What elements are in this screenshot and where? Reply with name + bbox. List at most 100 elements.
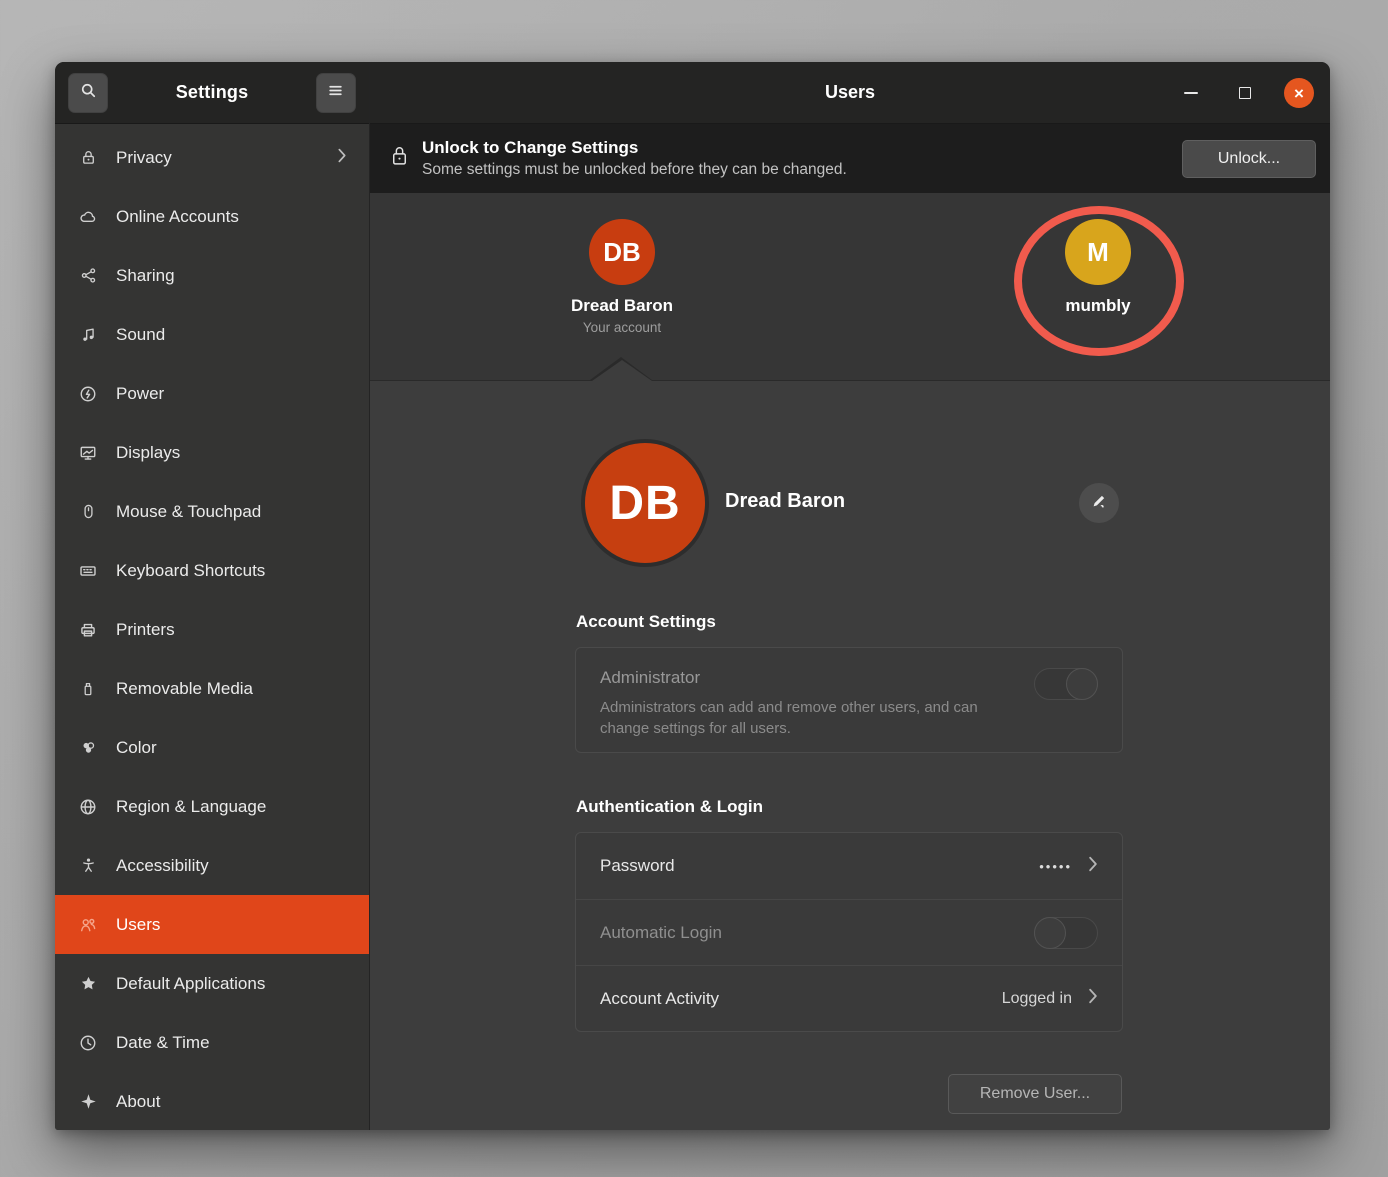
color-circles-icon xyxy=(79,739,97,757)
share-icon xyxy=(79,267,97,285)
sidebar-item-sharing[interactable]: Sharing xyxy=(55,246,369,305)
chevron-right-icon xyxy=(337,148,347,168)
avatar: M xyxy=(1065,219,1131,285)
sidebar-item-label: Sharing xyxy=(116,266,347,286)
chevron-right-icon xyxy=(1088,856,1098,877)
selected-user-pointer xyxy=(592,360,652,381)
account-activity-label: Account Activity xyxy=(600,989,1002,1009)
sidebar-item-label: Displays xyxy=(116,443,347,463)
hamburger-icon xyxy=(327,82,344,104)
sidebar-item-keyboard-shortcuts[interactable]: Keyboard Shortcuts xyxy=(55,541,369,600)
authentication-login-card: Password ••••• Automatic Login Account A… xyxy=(575,832,1123,1032)
automatic-login-toggle[interactable] xyxy=(1034,917,1098,949)
user-name: mumbly xyxy=(1065,296,1130,316)
power-icon xyxy=(79,385,97,403)
sidebar-item-region-language[interactable]: Region & Language xyxy=(55,777,369,836)
unlock-button[interactable]: Unlock... xyxy=(1182,140,1316,178)
pencil-icon xyxy=(1090,492,1108,515)
main-area: Users × Unlock to Change Settings Some s… xyxy=(370,62,1330,1130)
authentication-login-heading: Authentication & Login xyxy=(576,797,763,817)
toggle-knob xyxy=(1034,917,1066,949)
minimize-icon xyxy=(1184,92,1198,94)
user-carousel: DB Dread Baron Your account M mumbly xyxy=(370,193,1330,381)
sidebar-item-accessibility[interactable]: Accessibility xyxy=(55,836,369,895)
account-activity-row[interactable]: Account Activity Logged in xyxy=(576,965,1122,1031)
administrator-label: Administrator xyxy=(600,668,1098,688)
sidebar-item-label: Color xyxy=(116,738,347,758)
sidebar-item-label: Region & Language xyxy=(116,797,347,817)
maximize-icon xyxy=(1239,87,1251,99)
sidebar-header: Settings xyxy=(55,62,369,124)
user-name: Dread Baron xyxy=(571,296,673,316)
sidebar-item-label: Online Accounts xyxy=(116,207,347,227)
account-settings-card: Administrator Administrators can add and… xyxy=(575,647,1123,753)
display-icon xyxy=(79,444,97,462)
account-activity-value: Logged in xyxy=(1002,990,1072,1008)
close-button[interactable]: × xyxy=(1284,78,1314,108)
edit-name-button[interactable] xyxy=(1079,483,1119,523)
sidebar-item-date-time[interactable]: Date & Time xyxy=(55,1013,369,1072)
sparkle-icon xyxy=(79,1093,97,1111)
sidebar-item-mouse-touchpad[interactable]: Mouse & Touchpad xyxy=(55,482,369,541)
sidebar-item-privacy[interactable]: Privacy xyxy=(55,128,369,187)
sidebar-item-label: Date & Time xyxy=(116,1033,347,1053)
star-icon xyxy=(79,975,97,993)
remove-user-button[interactable]: Remove User... xyxy=(948,1074,1122,1114)
settings-window: Settings Privacy xyxy=(55,62,1330,1130)
minimize-button[interactable] xyxy=(1176,78,1206,108)
user-card-dread-baron[interactable]: DB Dread Baron Your account xyxy=(532,219,712,335)
avatar-initials: DB xyxy=(603,237,641,268)
sidebar-item-displays[interactable]: Displays xyxy=(55,423,369,482)
account-settings-heading: Account Settings xyxy=(576,612,716,632)
maximize-button[interactable] xyxy=(1230,78,1260,108)
usb-drive-icon xyxy=(79,680,97,698)
sidebar-item-about[interactable]: About xyxy=(55,1072,369,1130)
close-icon: × xyxy=(1294,85,1304,102)
sidebar-item-label: Default Applications xyxy=(116,974,347,994)
profile-avatar-initials: DB xyxy=(609,476,680,531)
banner-texts: Unlock to Change Settings Some settings … xyxy=(422,138,1182,179)
sidebar-item-users[interactable]: Users xyxy=(55,895,369,954)
accessibility-icon xyxy=(79,857,97,875)
sidebar-item-removable-media[interactable]: Removable Media xyxy=(55,659,369,718)
sidebar-item-power[interactable]: Power xyxy=(55,364,369,423)
menu-button[interactable] xyxy=(316,73,356,113)
sidebar-item-label: Power xyxy=(116,384,347,404)
search-button[interactable] xyxy=(68,73,108,113)
administrator-description: Administrators can add and remove other … xyxy=(600,697,1020,739)
password-label: Password xyxy=(600,856,1039,876)
profile-avatar[interactable]: DB xyxy=(581,439,709,567)
sidebar-item-label: Keyboard Shortcuts xyxy=(116,561,347,581)
users-icon xyxy=(79,916,97,934)
page-title: Users xyxy=(825,82,875,103)
automatic-login-row: Automatic Login xyxy=(576,899,1122,965)
mouse-icon xyxy=(79,503,97,521)
globe-icon xyxy=(79,798,97,816)
user-card-mumbly[interactable]: M mumbly xyxy=(1008,219,1188,316)
sidebar-title: Settings xyxy=(176,82,249,103)
sidebar-item-label: Users xyxy=(116,915,347,935)
sidebar-item-color[interactable]: Color xyxy=(55,718,369,777)
banner-title: Unlock to Change Settings xyxy=(422,138,1182,158)
sidebar-item-label: Mouse & Touchpad xyxy=(116,502,347,522)
sidebar-item-online-accounts[interactable]: Online Accounts xyxy=(55,187,369,246)
sidebar-nav: Privacy Online Accounts Sharing xyxy=(55,124,369,1130)
avatar-initials: M xyxy=(1087,237,1109,268)
sidebar-item-printers[interactable]: Printers xyxy=(55,600,369,659)
sidebar-item-default-applications[interactable]: Default Applications xyxy=(55,954,369,1013)
banner-subtitle: Some settings must be unlocked before th… xyxy=(422,161,1182,179)
sidebar-item-label: Accessibility xyxy=(116,856,347,876)
sidebar-item-sound[interactable]: Sound xyxy=(55,305,369,364)
user-subtitle: Your account xyxy=(583,320,661,335)
unlock-banner: Unlock to Change Settings Some settings … xyxy=(370,124,1330,193)
user-detail-panel: DB Dread Baron Account Settings Administ… xyxy=(370,381,1330,1130)
sidebar-item-label: Printers xyxy=(116,620,347,640)
window-controls: × xyxy=(1176,62,1314,124)
sidebar: Settings Privacy xyxy=(55,62,370,1130)
password-row[interactable]: Password ••••• xyxy=(576,833,1122,899)
chevron-right-icon xyxy=(1088,988,1098,1009)
toggle-knob xyxy=(1066,668,1098,700)
administrator-toggle[interactable] xyxy=(1034,668,1098,700)
titlebar: Users × xyxy=(370,62,1330,124)
sidebar-item-label: Removable Media xyxy=(116,679,347,699)
